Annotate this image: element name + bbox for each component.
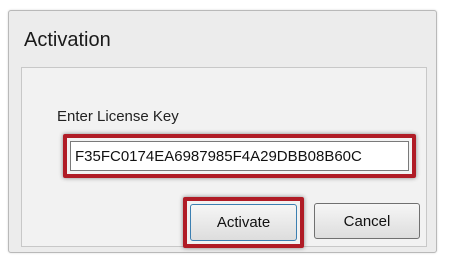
license-key-label: Enter License Key bbox=[57, 108, 179, 125]
dialog-content-panel: Enter License Key Activate Cancel bbox=[21, 67, 427, 248]
activation-dialog: Activation Enter License Key Activate Ca… bbox=[8, 10, 437, 253]
cancel-button[interactable]: Cancel bbox=[314, 203, 420, 239]
license-key-input[interactable] bbox=[70, 141, 409, 171]
activate-button-highlight: Activate bbox=[183, 197, 304, 248]
activate-button[interactable]: Activate bbox=[190, 204, 297, 241]
dialog-title: Activation bbox=[24, 29, 111, 51]
license-key-highlight bbox=[63, 134, 416, 178]
